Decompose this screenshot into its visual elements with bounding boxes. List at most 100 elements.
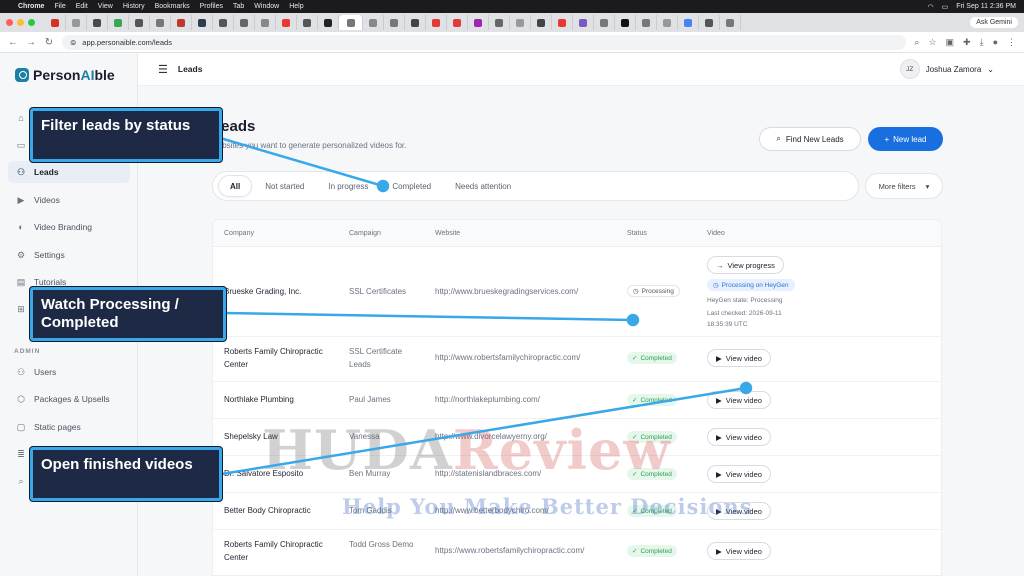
tab-completed[interactable]: Completed: [381, 175, 442, 197]
browser-tab[interactable]: [150, 15, 171, 30]
browser-tab[interactable]: [489, 15, 510, 30]
view-video-button[interactable]: ▶ View video: [707, 428, 771, 446]
browser-tab[interactable]: [276, 15, 297, 30]
browser-tab[interactable]: [636, 15, 657, 30]
puzzle-icon[interactable]: ✚: [963, 37, 971, 48]
column-header[interactable]: Website: [435, 230, 460, 237]
browser-tab[interactable]: [171, 15, 192, 30]
brand-logo[interactable]: PersonAIble: [15, 67, 115, 83]
table-row[interactable]: Brueske Grading, Inc. SSL Certificates h…: [213, 247, 941, 337]
browser-tab[interactable]: [255, 15, 276, 30]
os-menu-item[interactable]: View: [98, 3, 113, 10]
os-menu-item[interactable]: Edit: [76, 3, 88, 10]
browser-tab[interactable]: [468, 15, 489, 30]
column-header[interactable]: Campaign: [349, 230, 381, 237]
view-progress-button[interactable]: → View progress: [707, 256, 784, 274]
table-row[interactable]: Roberts Family Chiropractic Center Todd …: [213, 530, 941, 575]
chrome-menu-icon[interactable]: ⋮: [1007, 37, 1016, 48]
sidebar-item-leads[interactable]: ⚇ Leads: [8, 161, 130, 183]
profile-avatar-icon[interactable]: ●: [993, 37, 998, 48]
website-cell[interactable]: https://www.robertsfamilychiropractic.co…: [435, 545, 625, 558]
clock[interactable]: Fri Sep 11 2:36 PM: [956, 3, 1016, 10]
table-row[interactable]: Northlake Plumbing Paul James http://nor…: [213, 382, 941, 419]
browser-tab[interactable]: [66, 15, 87, 30]
browser-tab[interactable]: [594, 15, 615, 30]
os-menu-item[interactable]: Window: [254, 3, 279, 10]
view-video-button[interactable]: ▶ View video: [707, 349, 771, 367]
find-new-leads-button[interactable]: ⌕ Find New Leads: [759, 127, 861, 151]
sidebar-item-settings[interactable]: ⚙ Settings: [8, 244, 130, 266]
sidebar-item-videos[interactable]: ▶ Videos: [8, 189, 130, 211]
view-video-button[interactable]: ▶ View video: [707, 542, 771, 560]
browser-tab-active[interactable]: [339, 15, 363, 30]
browser-tab[interactable]: [318, 15, 339, 30]
browser-tab[interactable]: [87, 15, 108, 30]
browser-tab[interactable]: [699, 15, 720, 30]
browser-tab[interactable]: [192, 15, 213, 30]
minimize-window-icon[interactable]: [17, 19, 24, 26]
browser-tab[interactable]: [297, 15, 318, 30]
browser-tab[interactable]: [531, 15, 552, 30]
close-window-icon[interactable]: [6, 19, 13, 26]
browser-tab[interactable]: [615, 15, 636, 30]
os-menu-item[interactable]: Help: [289, 3, 303, 10]
wifi-icon[interactable]: ◠: [927, 3, 933, 11]
browser-tab[interactable]: [426, 15, 447, 30]
browser-tab[interactable]: [447, 15, 468, 30]
os-menu-item[interactable]: Bookmarks: [155, 3, 190, 10]
sidebar-item-video-branding[interactable]: ◐ Video Branding: [8, 216, 130, 238]
tab-needs-attention[interactable]: Needs attention: [444, 175, 522, 197]
browser-tab[interactable]: [108, 15, 129, 30]
download-icon[interactable]: ⤓: [980, 37, 984, 48]
battery-icon[interactable]: ▭: [942, 3, 949, 11]
sidebar-item-packages[interactable]: ⬡ Packages & Upsells: [8, 388, 130, 410]
os-menu-item[interactable]: Profiles: [200, 3, 223, 10]
sidebar-item-users[interactable]: ⚇ Users: [8, 361, 130, 383]
os-menu-item[interactable]: Tab: [233, 3, 244, 10]
browser-tab[interactable]: [552, 15, 573, 30]
browser-tab[interactable]: [45, 15, 66, 30]
column-header[interactable]: Status: [627, 230, 647, 237]
browser-tab[interactable]: [573, 15, 594, 30]
browser-tab[interactable]: [384, 15, 405, 30]
site-info-icon[interactable]: ⊜: [70, 38, 76, 47]
view-video-button[interactable]: ▶ View video: [707, 465, 771, 483]
tab-in-progress[interactable]: In progress: [317, 175, 379, 197]
avatar: JZ: [899, 59, 920, 79]
os-menu-item[interactable]: Chrome: [18, 3, 44, 10]
reload-icon[interactable]: ↻: [44, 37, 54, 48]
table-row[interactable]: Roberts Family Chiropractic Center SSL C…: [213, 337, 941, 382]
back-icon[interactable]: ←: [8, 37, 18, 48]
forward-icon[interactable]: →: [26, 37, 36, 48]
bookmark-star-icon[interactable]: ☆: [928, 37, 936, 48]
browser-tab[interactable]: [657, 15, 678, 30]
new-lead-button[interactable]: + New lead: [868, 127, 943, 151]
tab-all[interactable]: All: [218, 175, 253, 197]
website-cell[interactable]: http://www.robertsfamilychiropractic.com…: [435, 352, 625, 365]
website-cell[interactable]: http://northlakeplumbing.com/: [435, 394, 625, 407]
browser-tab[interactable]: [678, 15, 699, 30]
os-menu-item[interactable]: History: [123, 3, 145, 10]
os-menu-item[interactable]: File: [54, 3, 65, 10]
browser-tab[interactable]: [510, 15, 531, 30]
column-header[interactable]: Video: [707, 230, 725, 237]
more-filters-dropdown[interactable]: More filters ▾: [865, 173, 943, 199]
url-field[interactable]: ⊜ app.personaible.com/leads: [62, 34, 907, 50]
extension-icon[interactable]: ▣: [946, 37, 955, 48]
sidebar-item-static-pages[interactable]: ▢ Static pages: [8, 416, 130, 438]
column-header[interactable]: Company: [224, 230, 254, 237]
website-cell[interactable]: http://www.brueskegradingservices.com/: [435, 286, 625, 299]
maximize-window-icon[interactable]: [28, 19, 35, 26]
browser-tab[interactable]: [234, 15, 255, 30]
hamburger-menu-icon[interactable]: ☰: [158, 63, 168, 76]
zoom-icon[interactable]: ⌕: [914, 37, 919, 48]
view-video-button[interactable]: ▶ View video: [707, 391, 771, 409]
browser-tab[interactable]: [405, 15, 426, 30]
browser-tab[interactable]: [720, 15, 741, 30]
browser-tab[interactable]: [129, 15, 150, 30]
tab-not-started[interactable]: Not started: [254, 175, 315, 197]
ask-gemini-button[interactable]: Ask Gemini: [970, 17, 1018, 28]
browser-tab[interactable]: [363, 15, 384, 30]
browser-tab[interactable]: [213, 15, 234, 30]
user-menu[interactable]: JZ Joshua Zamora ⌄: [899, 59, 994, 79]
